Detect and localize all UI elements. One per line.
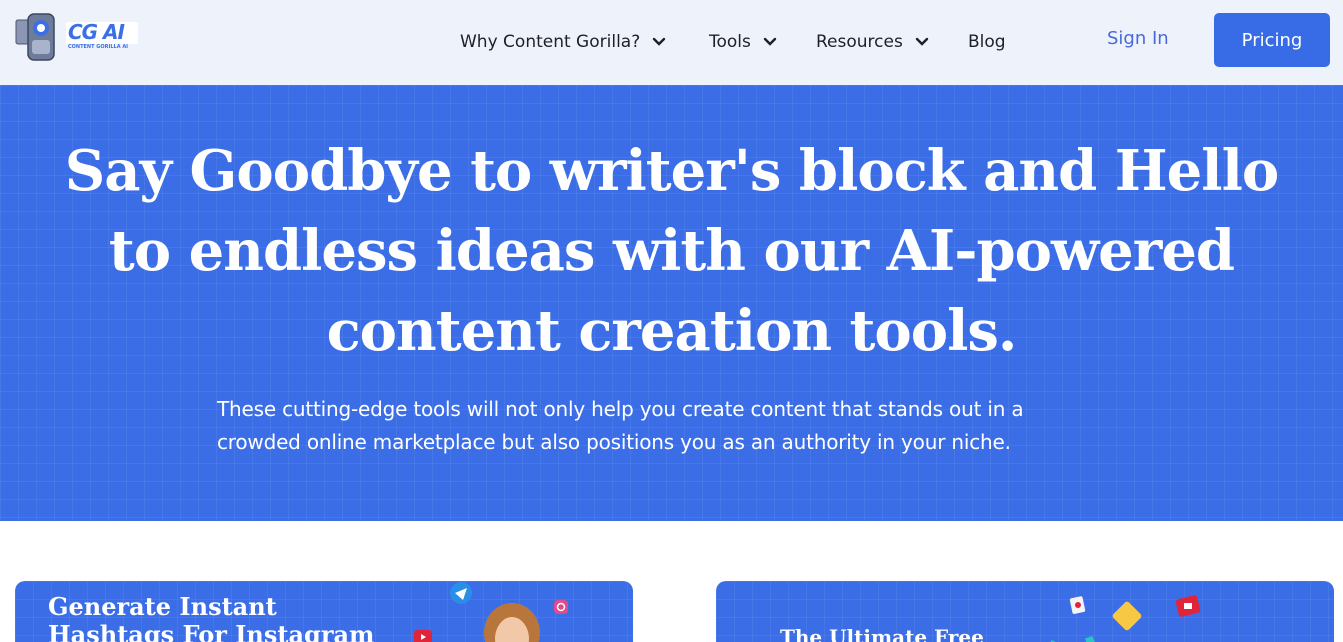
hero-title-line: to endless ideas with our AI-powered xyxy=(108,218,1235,284)
nav-item-label: Why Content Gorilla? xyxy=(460,32,641,52)
card-title-line: The Ultimate Free xyxy=(780,625,984,642)
hero-title-line: content creation tools. xyxy=(326,298,1018,364)
site-header: CG AI CONTENT GORILLA AI Why Content Gor… xyxy=(0,0,1343,85)
nav-item-label: Tools xyxy=(709,32,751,52)
hero-title: Say Goodbye to writer's block and Hello … xyxy=(40,131,1303,371)
red-badge-icon xyxy=(1175,595,1201,617)
hero-section: Say Goodbye to writer's block and Hello … xyxy=(0,85,1343,521)
nav-item-label: Blog xyxy=(968,32,1006,52)
card-title-line: Hashtags For Instagram xyxy=(48,620,375,642)
hero-subtitle: These cutting-edge tools will not only h… xyxy=(217,393,1137,459)
diamond-icon xyxy=(1112,601,1142,631)
woman-photo xyxy=(484,603,540,642)
tool-card-instagram-hashtags[interactable]: Generate Instant Hashtags For Instagram xyxy=(15,581,633,642)
sign-in-link[interactable]: Sign In xyxy=(1107,28,1169,49)
nav-item-label: Resources xyxy=(816,32,903,52)
logo-text: CG AI xyxy=(68,20,125,44)
hero-title-line: Say Goodbye to writer's block and Hello xyxy=(64,138,1279,204)
card-title: Generate Instant Hashtags For Instagram xyxy=(48,593,374,642)
chevron-down-icon xyxy=(653,37,666,46)
nav-item-blog[interactable]: Blog xyxy=(968,29,1006,55)
logo-subtext: CONTENT GORILLA AI xyxy=(68,44,129,50)
youtube-icon xyxy=(414,630,432,642)
hero-subtitle-line: crowded online marketplace but also posi… xyxy=(217,430,1011,454)
nav-item-why-content-gorilla[interactable]: Why Content Gorilla? xyxy=(460,29,666,55)
confetti-icon xyxy=(1048,635,1096,642)
logo[interactable]: CG AI CONTENT GORILLA AI xyxy=(14,10,140,66)
document-icon xyxy=(1069,596,1086,614)
chevron-down-icon xyxy=(915,37,929,46)
hero-subtitle-line: These cutting-edge tools will not only h… xyxy=(217,397,1024,421)
instagram-icon xyxy=(554,600,568,614)
nav-item-tools[interactable]: Tools xyxy=(709,29,777,55)
pricing-button[interactable]: Pricing xyxy=(1214,13,1330,67)
card-title: The Ultimate Free xyxy=(780,623,984,642)
chevron-down-icon xyxy=(763,37,777,46)
card-title-line: Generate Instant xyxy=(48,592,277,621)
nav-item-resources[interactable]: Resources xyxy=(816,29,929,55)
tool-card-ultimate-free[interactable]: The Ultimate Free xyxy=(716,581,1334,642)
